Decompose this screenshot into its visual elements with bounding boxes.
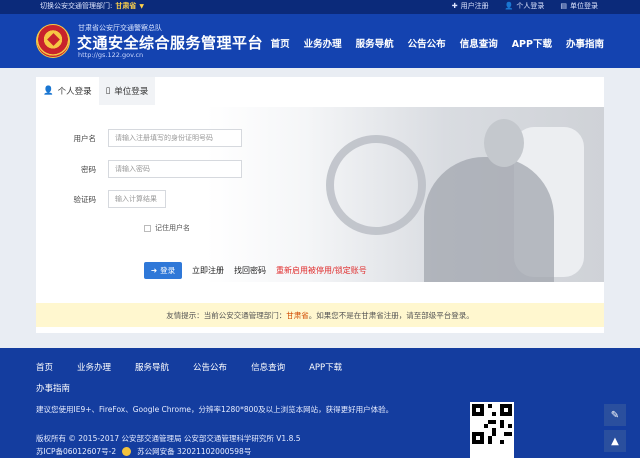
register-link[interactable]: ✚ 用户注册: [452, 1, 489, 11]
password-row: 密码 请输入密码: [48, 160, 242, 178]
notice-province: 甘肃省: [286, 310, 309, 320]
department-switcher[interactable]: 切换公安交通管理部门: 甘肃省 ▼: [40, 1, 144, 11]
friendly-notice: 友情提示：当前公安交通管理部门： 甘肃省 。如果您不是在甘肃省注册，请至部级平台…: [36, 303, 604, 327]
steering-wheel-shape: [326, 135, 426, 235]
personal-login-label: 个人登录: [516, 2, 545, 10]
remember-checkbox[interactable]: [144, 224, 151, 232]
copyright: 版权所有 © 2015-2017 公安部交通管理局 公安部交通管理科学研究所 V…: [36, 434, 301, 443]
building-icon: ▤: [560, 2, 567, 10]
doc-icon: ▯: [105, 86, 111, 96]
footer-nav-guide[interactable]: 办事指南: [36, 382, 70, 394]
notice-prefix: 友情提示：当前公安交通管理部门：: [166, 310, 287, 320]
plus-icon: ✚: [451, 2, 458, 10]
icp-record[interactable]: 苏ICP备06012607号-2: [36, 446, 116, 457]
captcha-label: 验证码: [73, 194, 97, 204]
password-label: 密码: [81, 164, 96, 174]
person-icon: 👤: [43, 86, 54, 96]
login-button-label: 登录: [160, 266, 176, 275]
caret-down-icon: ▼: [139, 2, 144, 10]
notice-suffix: 。如果您不是在甘肃省注册，请至部级平台登录。: [308, 310, 474, 320]
browser-note: 建议您使用IE9+、FireFox、Google Chrome，分辨率1280*…: [36, 405, 394, 414]
register-now-link[interactable]: 立即注册: [192, 265, 224, 276]
nav-business[interactable]: 业务办理: [304, 36, 342, 50]
site-footer: 首页 业务办理 服务导航 公告公布 信息查询 APP下载 办事指南 建议您使用I…: [0, 348, 640, 458]
remember-username[interactable]: 记住用户名: [144, 223, 190, 233]
police-record[interactable]: 苏公网安备 32021102000598号: [137, 446, 251, 457]
feedback-edit-icon[interactable]: ✎: [604, 404, 626, 426]
top-utility-bar: 切换公安交通管理部门: 甘肃省 ▼ ✚ 用户注册 👤 个人登录 ▤ 单位登录: [0, 0, 640, 14]
province-selector[interactable]: 甘肃省: [115, 1, 136, 11]
nav-info-query[interactable]: 信息查询: [460, 36, 498, 50]
nav-guide[interactable]: 办事指南: [566, 36, 604, 50]
footer-nav-business[interactable]: 业务办理: [77, 361, 111, 373]
person-icon: 👤: [504, 2, 514, 10]
password-input[interactable]: 请输入密码: [108, 160, 242, 178]
captcha-input[interactable]: 输入计算结果: [108, 190, 166, 208]
tab-unit-login[interactable]: ▯ 单位登录: [98, 77, 156, 105]
register-link-label: 用户注册: [460, 2, 489, 10]
login-panel: 👤 个人登录 ▯ 单位登录 用户名 请输入注册填写的身份证明号码 密码 请输入密…: [36, 77, 604, 333]
qr-code-icon: [472, 404, 512, 444]
tab-personal-login[interactable]: 👤 个人登录: [36, 77, 99, 105]
username-input[interactable]: 请输入注册填写的身份证明号码: [108, 129, 242, 147]
footer-nav-announcements[interactable]: 公告公布: [193, 361, 227, 373]
police-emblem-logo: [36, 24, 70, 58]
driver-shape: [424, 157, 554, 282]
username-row: 用户名 请输入注册填写的身份证明号码: [48, 129, 242, 147]
driver-background-image: [206, 107, 604, 282]
personal-login-link[interactable]: 👤 个人登录: [505, 1, 545, 11]
switch-label: 切换公安交通管理部门:: [40, 2, 113, 10]
record-info: 苏ICP备06012607号-2 苏公网安备 32021102000598号: [36, 446, 251, 457]
nav-app-download[interactable]: APP下载: [512, 36, 552, 50]
footer-nav-info-query[interactable]: 信息查询: [251, 361, 285, 373]
back-to-top-icon[interactable]: ▲: [604, 430, 626, 452]
tab-personal-label: 个人登录: [57, 87, 92, 97]
main-nav: 首页 业务办理 服务导航 公告公布 信息查询 APP下载 办事指南: [271, 36, 604, 50]
qr-code: [470, 402, 514, 458]
nav-service-guide[interactable]: 服务导航: [356, 36, 394, 50]
footer-nav: 首页 业务办理 服务导航 公告公布 信息查询 APP下载: [36, 361, 342, 373]
unit-login-label: 单位登录: [570, 2, 598, 10]
police-badge-icon: [122, 447, 132, 456]
brand-title[interactable]: 交通安全综合服务管理平台: [77, 32, 263, 53]
unit-login-link[interactable]: ▤ 单位登录: [560, 1, 598, 11]
login-button[interactable]: ➜ 登录: [144, 262, 182, 279]
nav-home[interactable]: 首页: [271, 36, 290, 50]
site-header: 甘肃省公安厅交通警察总队 交通安全综合服务管理平台 http://gs.122.…: [0, 14, 640, 68]
footer-nav-app-download[interactable]: APP下载: [309, 361, 342, 373]
footer-nav-service-guide[interactable]: 服务导航: [135, 361, 169, 373]
driver-head-shape: [484, 119, 524, 167]
reenable-account-link[interactable]: 重新启用被停用/锁定账号: [276, 265, 367, 276]
remember-label: 记住用户名: [155, 224, 190, 232]
footer-nav-home[interactable]: 首页: [36, 361, 53, 373]
login-tabs: 👤 个人登录 ▯ 单位登录: [36, 77, 166, 105]
captcha-row: 验证码 输入计算结果: [48, 190, 166, 208]
tab-unit-label: 单位登录: [114, 87, 149, 97]
login-icon: ➜: [150, 266, 158, 275]
username-label: 用户名: [73, 133, 97, 143]
brand-url: http://gs.122.gov.cn: [78, 51, 144, 59]
login-actions: ➜ 登录 立即注册 找回密码 重新启用被停用/锁定账号: [144, 262, 367, 279]
find-password-link[interactable]: 找回密码: [234, 265, 266, 276]
nav-announcements[interactable]: 公告公布: [408, 36, 446, 50]
